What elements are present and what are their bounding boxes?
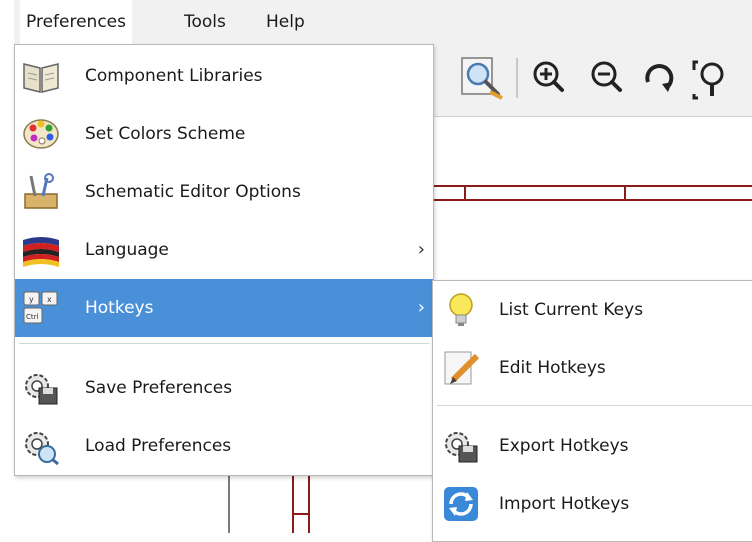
menu-item-hotkeys[interactable]: y x Ctrl Hotkeys › [15,279,433,337]
refresh-icon [441,484,481,524]
menu-item-label: Component Libraries [85,66,263,86]
menu-item-set-colors-scheme[interactable]: Set Colors Scheme [15,105,433,163]
menu-item-load-preferences[interactable]: Load Preferences [15,417,433,475]
menu-item-import-hotkeys[interactable]: Import Hotkeys [433,475,752,533]
zoom-out-icon[interactable] [584,54,632,102]
flag-icon [21,230,61,270]
menu-item-label: Import Hotkeys [499,494,630,514]
menu-help[interactable]: Help [260,0,311,44]
gear-save-icon [21,368,61,408]
gear-export-icon [441,426,481,466]
hotkeys-submenu: List Current Keys Edit Hotkeys Export Ho… [432,280,752,542]
chevron-right-icon: › [417,297,425,318]
lightbulb-icon [441,290,481,330]
edit-pencil-icon [441,348,481,388]
zoom-fit-icon[interactable] [686,54,734,102]
menu-preferences[interactable]: Preferences [20,0,132,44]
wire [292,475,294,533]
menubar: Preferences Tools Help [0,0,752,44]
wire [292,513,310,515]
wire [432,185,752,187]
wire [624,187,626,201]
wire [228,475,230,533]
svg-text:x: x [47,295,52,304]
wire [464,187,466,199]
menu-item-label: Load Preferences [85,436,232,456]
menu-item-label: Hotkeys [85,298,154,318]
wire [308,475,310,533]
gear-load-icon [21,426,61,466]
menu-item-language[interactable]: Language › [15,221,433,279]
toolbar-separator [516,58,518,98]
menu-item-label: Schematic Editor Options [85,182,301,202]
menu-tools[interactable]: Tools [178,0,232,44]
chevron-right-icon: › [417,239,425,260]
menu-separator [19,343,429,344]
menu-item-label: Save Preferences [85,378,233,398]
svg-text:Ctrl: Ctrl [26,313,39,321]
menu-item-label: Language [85,240,169,260]
zoom-in-icon[interactable] [526,54,574,102]
menubar-edge [0,0,14,44]
wire [432,199,752,201]
preferences-menu: Component Libraries Set Colors Scheme Sc… [14,44,434,476]
palette-icon [21,114,61,154]
book-icon [21,56,61,96]
redraw-icon[interactable] [636,54,684,102]
keyboard-keys-icon: y x Ctrl [21,288,61,328]
menu-item-list-current-keys[interactable]: List Current Keys [433,281,752,339]
menu-item-component-libraries[interactable]: Component Libraries [15,47,433,105]
menu-item-export-hotkeys[interactable]: Export Hotkeys [433,417,752,475]
menu-item-label: Edit Hotkeys [499,358,606,378]
toolbox-icon [21,172,61,212]
menu-item-label: Set Colors Scheme [85,124,246,144]
menu-item-save-preferences[interactable]: Save Preferences [15,359,433,417]
menu-item-schematic-editor-options[interactable]: Schematic Editor Options [15,163,433,221]
menu-item-label: List Current Keys [499,300,644,320]
zoom-page-icon[interactable] [458,54,506,102]
toolbar [432,44,752,117]
menu-separator [437,405,752,406]
svg-text:y: y [29,295,34,304]
menu-item-edit-hotkeys[interactable]: Edit Hotkeys [433,339,752,397]
menu-item-label: Export Hotkeys [499,436,629,456]
